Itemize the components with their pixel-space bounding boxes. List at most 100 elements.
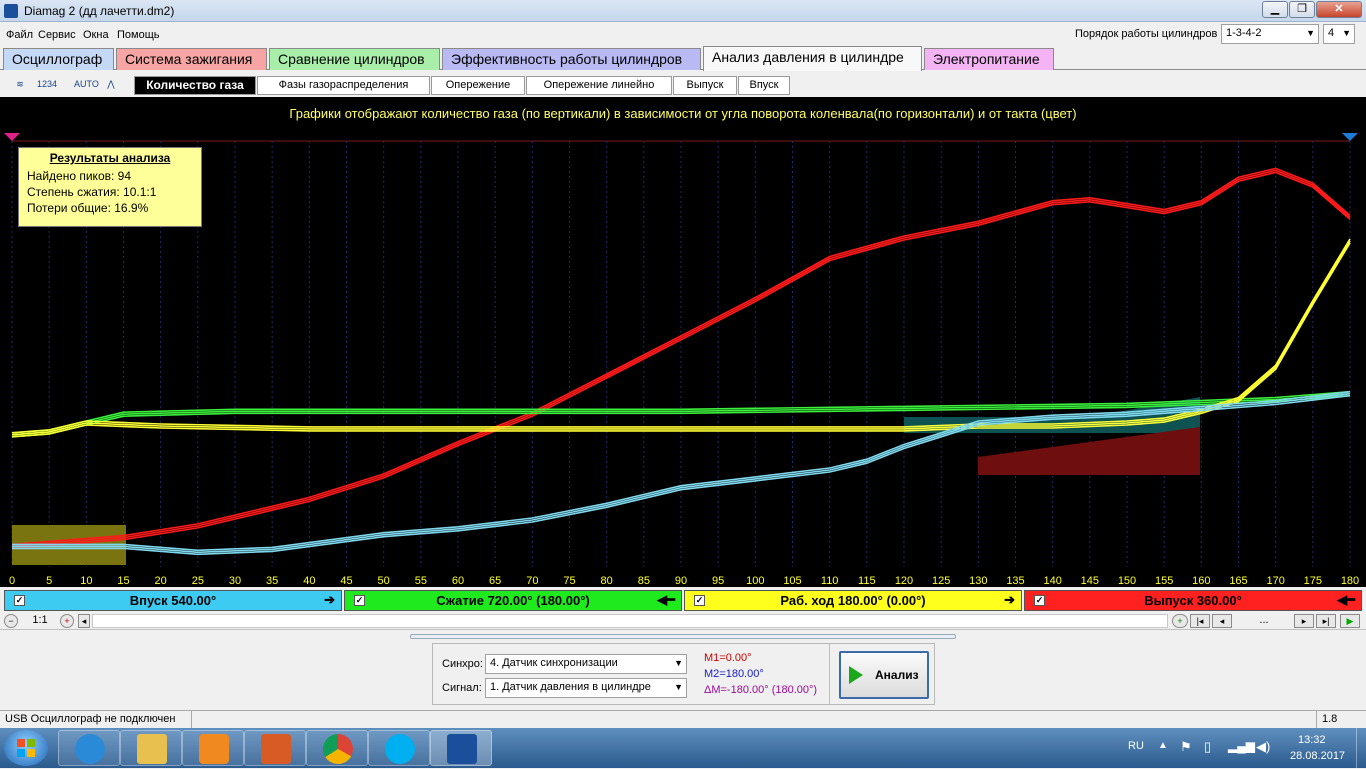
language-indicator[interactable]: RU [1128, 740, 1144, 752]
taskbar-explorer[interactable] [120, 730, 182, 766]
tab-power-supply[interactable]: Электропитание [924, 48, 1054, 70]
x-tick-label: 150 [1118, 575, 1136, 587]
signal-label: Сигнал: [442, 682, 482, 694]
panel-splitter[interactable] [410, 634, 956, 639]
tray-expand-icon[interactable]: ▲ [1158, 740, 1168, 751]
x-tick-label: 175 [1304, 575, 1322, 587]
signal-select[interactable]: 1. Датчик давления в цилиндре ▼ [485, 678, 687, 698]
cylinder-order-label: Порядок работы цилиндров [1075, 28, 1218, 40]
cylinder-order-select[interactable]: 1-3-4-2 ▼ [1221, 24, 1319, 44]
clock-date[interactable]: 28.08.2017 [1290, 750, 1345, 762]
tab-ignition[interactable]: Система зажигания [116, 48, 267, 70]
tab-oscilloscope[interactable]: Осциллограф [3, 48, 114, 70]
phase-compression-label: Сжатие 720.00° (180.00°) [436, 593, 590, 608]
x-tick-label: 15 [117, 575, 129, 587]
x-tick-label: 100 [746, 575, 764, 587]
zoom-in-icon[interactable]: + [60, 614, 74, 628]
network-icon[interactable]: ▂▄▆ [1228, 739, 1255, 753]
x-tick-label: 90 [675, 575, 687, 587]
arrow-right-icon[interactable]: ➔ [1004, 592, 1015, 608]
menu-service[interactable]: Сервис [38, 29, 76, 41]
close-button[interactable]: ✕ [1316, 1, 1362, 18]
chevron-down-icon: ▼ [1342, 28, 1351, 38]
subtab-intake[interactable]: Впуск [738, 76, 790, 95]
x-tick-label: 95 [712, 575, 724, 587]
next-page-icon[interactable]: ▸ [1294, 614, 1314, 628]
taskbar-archive[interactable] [244, 730, 306, 766]
phase-intake[interactable]: ✓ Впуск 540.00° ➔ [4, 590, 342, 611]
start-button[interactable] [4, 730, 48, 766]
sync-select[interactable]: 4. Датчик синхронизации ▼ [485, 654, 687, 674]
results-box: Результаты анализа Найдено пиков: 94 Сте… [18, 147, 202, 227]
arrow-left-icon[interactable]: ◀━ [1337, 592, 1355, 608]
taskbar-chrome[interactable] [306, 730, 368, 766]
pressure-plot[interactable]: Графики отображают количество газа (по в… [0, 97, 1366, 587]
arrow-right-icon[interactable]: ➔ [324, 592, 335, 608]
panel-divider [829, 644, 830, 704]
menu-windows[interactable]: Окна [83, 29, 109, 41]
analyze-button-label: Анализ [875, 668, 919, 682]
subtab-gas-amount[interactable]: Количество газа [134, 76, 256, 95]
results-compression: Степень сжатия: 10.1:1 [27, 185, 157, 199]
play-icon[interactable]: ▶ [1340, 614, 1360, 628]
menu-file[interactable]: Файл [6, 29, 33, 41]
auto-icon[interactable]: AUTO [74, 74, 99, 94]
x-tick-label: 0 [9, 575, 15, 587]
toolbar: ≋ 1234 AUTO ⋀ Количество газа Фазы газор… [0, 71, 1366, 97]
x-tick-label: 135 [1006, 575, 1024, 587]
status-text: USB Осциллограф не подключен [5, 713, 176, 725]
marker-m2-icon[interactable] [1342, 133, 1358, 141]
tab-cylinder-efficiency[interactable]: Эффективность работы цилиндров [442, 48, 701, 70]
taskbar-ie[interactable] [58, 730, 120, 766]
tab-pressure-analysis[interactable]: Анализ давления в цилиндре [703, 46, 922, 71]
x-tick-label: 110 [821, 575, 839, 587]
ie-icon [75, 734, 105, 764]
analysis-controls: Синхро: 4. Датчик синхронизации ▼ Сигнал… [432, 643, 935, 705]
volume-icon[interactable]: ◀) [1256, 739, 1270, 755]
taskbar-diamag[interactable] [430, 730, 492, 766]
zoom-out-icon[interactable]: − [4, 614, 18, 628]
prev-page-icon[interactable]: ◂ [1212, 614, 1232, 628]
status-divider [1316, 711, 1317, 728]
maximize-button[interactable]: ❐ [1289, 1, 1315, 18]
subtab-advance-linear[interactable]: Опережение линейно [526, 76, 672, 95]
x-tick-label: 30 [229, 575, 241, 587]
scale-icon[interactable]: ⋀ [101, 74, 121, 94]
phase-power[interactable]: ✓ Раб. ход 180.00° (0.00°) ➔ [684, 590, 1022, 611]
phase-exhaust[interactable]: ✓ Выпуск 360.00° ◀━ [1024, 590, 1362, 611]
export-1234-icon[interactable]: 1234 [37, 74, 57, 94]
sync-label: Синхро: [442, 658, 483, 670]
taskbar-media[interactable] [182, 730, 244, 766]
tab-cylinder-compare[interactable]: Сравнение цилиндров [269, 48, 440, 70]
last-page-icon[interactable]: ▸| [1316, 614, 1336, 628]
analyze-button[interactable]: Анализ [839, 651, 929, 699]
zoom-fit-icon[interactable]: + [1172, 614, 1188, 628]
archive-icon [261, 734, 291, 764]
diamag-icon [447, 734, 477, 764]
subtab-valve-timing[interactable]: Фазы газораспределения [257, 76, 430, 95]
window-band-red [978, 427, 1200, 475]
subtab-exhaust[interactable]: Выпуск [673, 76, 737, 95]
window-title: Diamag 2 (дд лачетти.dm2) [24, 4, 175, 18]
menu-help[interactable]: Помощь [117, 29, 160, 41]
phase-compression[interactable]: ✓ Сжатие 720.00° (180.00°) ◀━ [344, 590, 682, 611]
horizontal-scrollbar[interactable] [92, 614, 1168, 628]
show-desktop-button[interactable] [1356, 728, 1366, 768]
minimize-button[interactable]: ▁ [1262, 1, 1288, 18]
marker-m1-icon[interactable] [4, 133, 20, 141]
x-tick-label: 70 [526, 575, 538, 587]
arrow-left-icon[interactable]: ◀━ [657, 592, 675, 608]
subtab-advance[interactable]: Опережение [431, 76, 525, 95]
marker-m1-readout: M1=0.00° [704, 652, 752, 664]
scroll-left-arrow[interactable]: ◂ [78, 614, 90, 628]
osc-icon[interactable]: ≋ [10, 74, 30, 94]
first-page-icon[interactable]: |◂ [1190, 614, 1210, 628]
clock-time[interactable]: 13:32 [1298, 734, 1326, 746]
taskbar: RU ▲ ⚑ ▯ ▂▄▆ ◀) 13:32 28.08.2017 [0, 728, 1366, 768]
device-icon[interactable]: ▯ [1204, 739, 1211, 755]
cylinder-order-value: 1-3-4-2 [1226, 27, 1262, 39]
flag-icon[interactable]: ⚑ [1180, 739, 1192, 755]
x-tick-label: 45 [340, 575, 352, 587]
cylinder-count-select[interactable]: 4 ▼ [1323, 24, 1355, 44]
taskbar-skype[interactable] [368, 730, 430, 766]
